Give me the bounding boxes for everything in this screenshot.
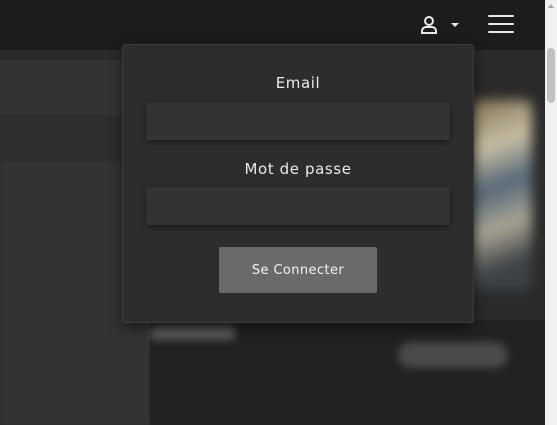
- page-scrollbar[interactable]: [545, 0, 557, 425]
- user-icon: [421, 16, 437, 34]
- login-button[interactable]: Se Connecter: [219, 247, 377, 293]
- blurred-text: [150, 326, 235, 340]
- background-strip: [0, 115, 124, 163]
- blurred-photo: [472, 100, 532, 290]
- user-menu-toggle[interactable]: [420, 14, 464, 36]
- password-field[interactable]: [146, 187, 450, 225]
- email-field[interactable]: [146, 102, 450, 140]
- login-dropdown: Email Mot de passe Se Connecter: [122, 44, 474, 323]
- top-navbar: [0, 0, 545, 50]
- scroll-up-icon[interactable]: [548, 4, 554, 8]
- caret-down-icon: [451, 23, 459, 27]
- scrollbar-thumb[interactable]: [547, 48, 555, 103]
- email-label: Email: [275, 74, 321, 92]
- hamburger-menu-icon[interactable]: [488, 12, 516, 36]
- blurred-button: [398, 342, 508, 368]
- background-strip: [0, 60, 124, 115]
- password-label: Mot de passe: [244, 160, 352, 178]
